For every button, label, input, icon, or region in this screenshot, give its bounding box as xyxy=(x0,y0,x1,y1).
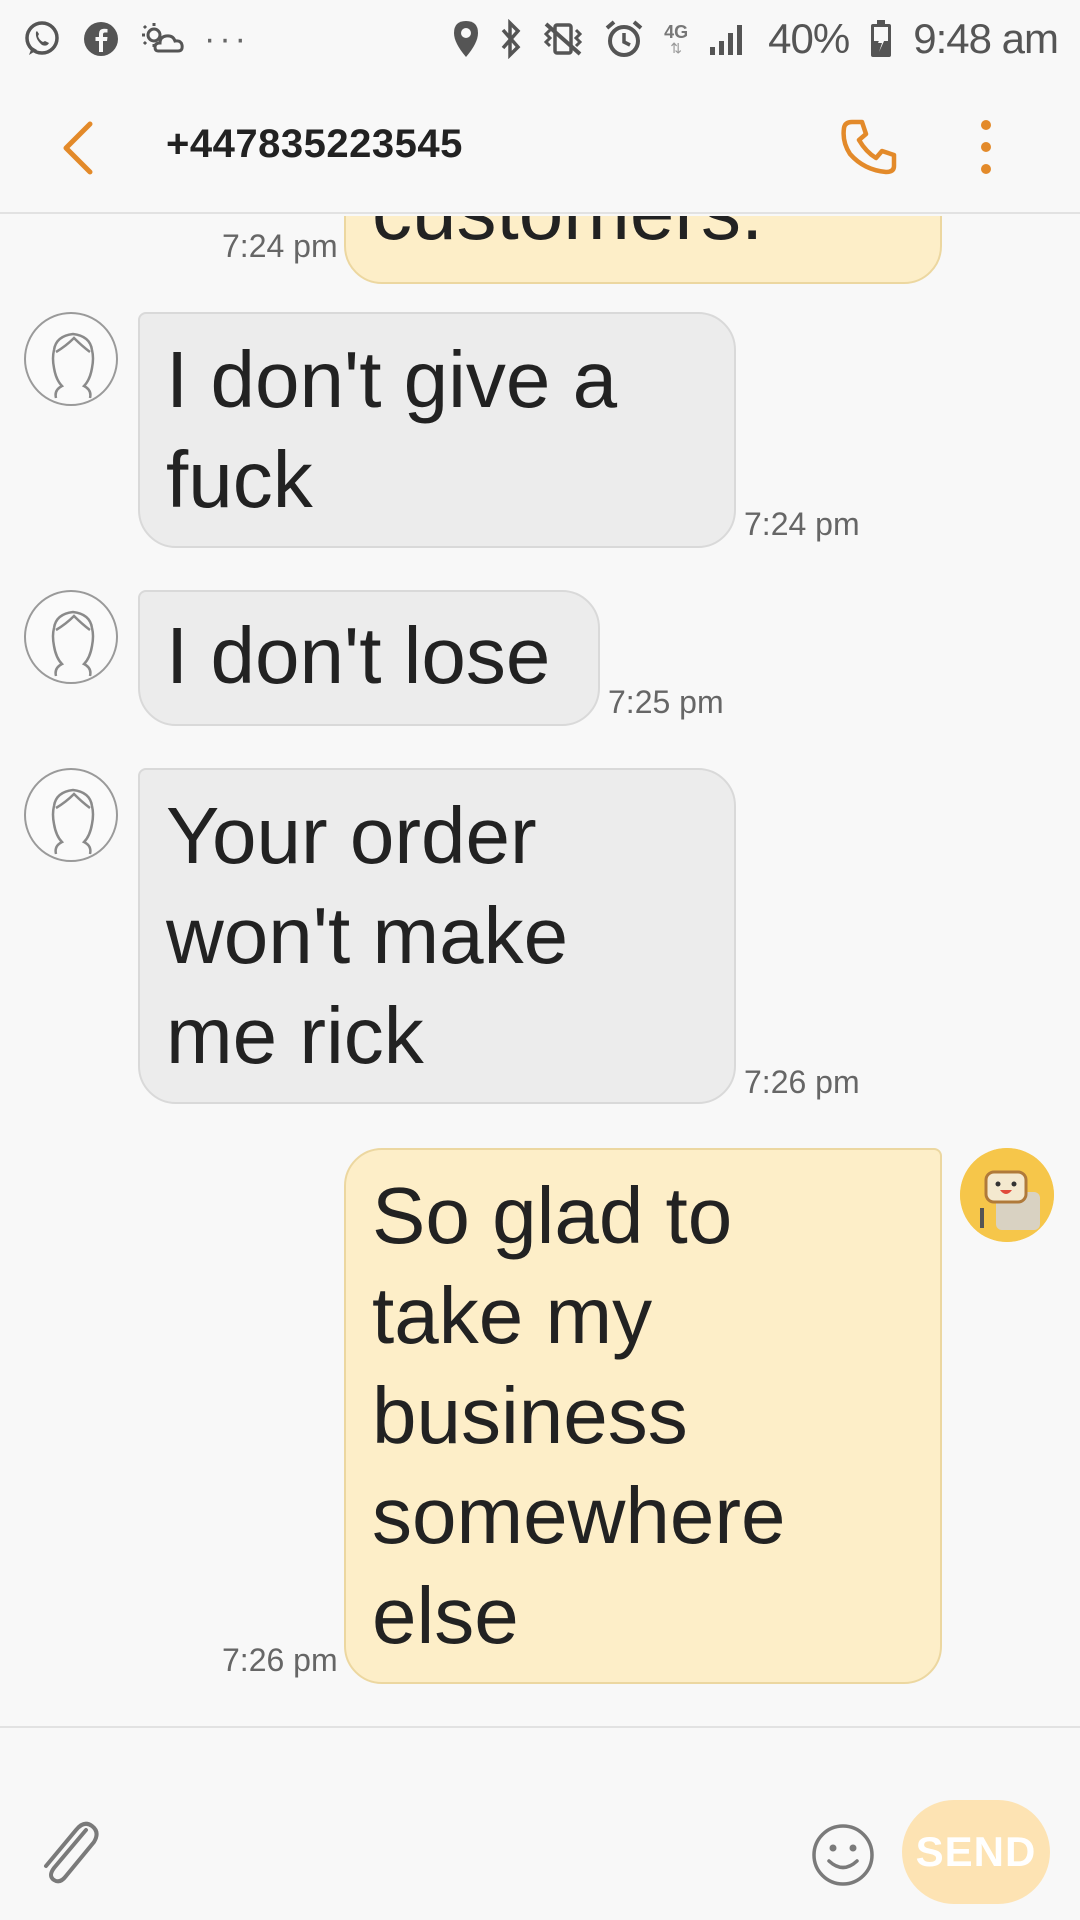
toast-character-icon xyxy=(960,1148,1054,1242)
notification-overflow: ··· xyxy=(204,19,250,58)
message-list[interactable]: customers. 7:24 pm I don't give a fuck 7… xyxy=(0,216,1080,1726)
incoming-message-bubble[interactable]: Your order won't make me rick xyxy=(138,768,736,1104)
message-line: won't make xyxy=(166,891,569,980)
alarm-icon xyxy=(604,19,644,59)
person-icon xyxy=(51,332,95,399)
weather-icon xyxy=(140,21,184,57)
message-timestamp: 7:24 pm xyxy=(222,228,338,264)
signal-icon xyxy=(708,21,748,57)
message-line: business xyxy=(372,1371,688,1460)
contact-avatar[interactable] xyxy=(24,768,118,862)
attach-button[interactable] xyxy=(34,1816,102,1888)
location-icon xyxy=(452,19,480,59)
message-timestamp: 7:25 pm xyxy=(608,684,724,720)
more-dot xyxy=(981,164,991,174)
message-text: customers. xyxy=(372,216,914,262)
messages-screen: ··· 4G ⇅ 40% 9:48 am +447835223545 7:24 … xyxy=(0,0,1080,1920)
battery-icon xyxy=(869,19,893,59)
message-line: I don't lose xyxy=(166,611,551,700)
phone-icon xyxy=(841,119,897,175)
message-timestamp: 7:24 pm xyxy=(744,506,860,542)
outgoing-message-bubble[interactable]: So glad to take my business somewhere el… xyxy=(344,1148,942,1684)
contact-avatar[interactable] xyxy=(24,590,118,684)
message-line: fuck xyxy=(166,435,313,524)
message-line: somewhere xyxy=(372,1471,786,1560)
paperclip-icon xyxy=(44,1821,99,1884)
message-line: Your order xyxy=(166,791,537,880)
incoming-message-bubble[interactable]: I don't lose xyxy=(138,590,600,726)
message-composer: SEND xyxy=(0,1726,1080,1920)
send-button[interactable]: SEND xyxy=(902,1800,1050,1904)
vibrate-icon xyxy=(542,20,584,58)
message-timestamp: 7:26 pm xyxy=(222,1642,338,1678)
my-avatar[interactable] xyxy=(960,1148,1054,1242)
person-icon xyxy=(51,610,95,677)
smiley-icon xyxy=(812,1824,874,1886)
back-button[interactable] xyxy=(60,118,110,178)
message-line: else xyxy=(372,1571,519,1660)
message-line: take my xyxy=(372,1271,653,1360)
incoming-message-bubble[interactable]: I don't give a fuck xyxy=(138,312,736,548)
more-dot xyxy=(981,120,991,130)
emoji-button[interactable] xyxy=(810,1822,876,1888)
message-line: me rick xyxy=(166,991,424,1080)
chevron-left-icon xyxy=(63,121,93,175)
clock: 9:48 am xyxy=(913,15,1059,62)
outgoing-message-bubble[interactable]: customers. xyxy=(344,216,942,284)
network-type: 4G ⇅ xyxy=(664,22,689,56)
battery-percent: 40% xyxy=(768,15,850,62)
conversation-header: +447835223545 xyxy=(0,80,1080,214)
contact-avatar[interactable] xyxy=(24,312,118,406)
facebook-icon xyxy=(82,20,120,58)
whatsapp-icon xyxy=(22,19,62,59)
more-dot xyxy=(981,142,991,152)
more-options-button[interactable] xyxy=(968,116,1004,178)
message-input[interactable] xyxy=(120,1788,780,1898)
call-button[interactable] xyxy=(838,116,900,178)
contact-title: +447835223545 xyxy=(166,122,463,166)
message-line: So glad to xyxy=(372,1171,733,1260)
person-icon xyxy=(51,788,95,855)
status-bar: ··· 4G ⇅ 40% 9:48 am xyxy=(0,0,1080,78)
bluetooth-icon xyxy=(500,19,522,59)
message-timestamp: 7:26 pm xyxy=(744,1064,860,1100)
message-line: I don't give a xyxy=(166,335,618,424)
